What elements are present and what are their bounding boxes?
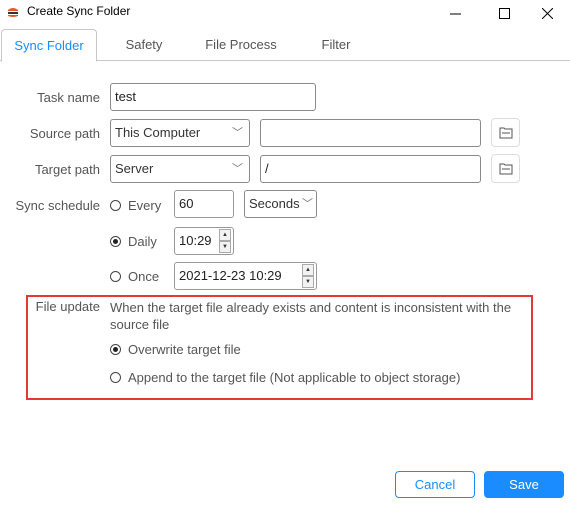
every-unit-value: Seconds (249, 196, 300, 211)
minimize-icon (449, 13, 461, 14)
target-browse-button[interactable] (491, 154, 520, 183)
task-name-input[interactable]: test (110, 83, 316, 111)
once-datetime-spinner[interactable]: ▲ ▼ (302, 264, 314, 289)
maximize-icon (498, 7, 510, 19)
every-interval-input[interactable]: 60 (174, 190, 234, 218)
schedule-once-label: Once (128, 269, 160, 284)
folder-icon (499, 127, 512, 138)
spin-up-icon[interactable]: ▲ (219, 229, 231, 241)
task-name-label: Task name (37, 90, 100, 105)
file-update-description: When the target file already exists and … (110, 300, 512, 332)
once-datetime-value: 2021-12-23 10:29 (179, 268, 282, 283)
window-title: Create Sync Folder (27, 4, 131, 18)
source-path-input[interactable] (260, 119, 481, 147)
chevron-down-icon: ﹀ (232, 163, 243, 175)
spin-up-icon[interactable]: ▲ (302, 264, 314, 276)
schedule-daily-radio[interactable]: Daily (110, 234, 157, 249)
cancel-button[interactable]: Cancel (395, 471, 475, 498)
spin-down-icon[interactable]: ▼ (302, 276, 314, 288)
minimize-button[interactable] (432, 0, 478, 26)
folder-icon (499, 163, 512, 174)
source-type-select[interactable]: This Computer ﹀ (110, 119, 250, 147)
source-type-value: This Computer (115, 125, 201, 140)
schedule-every-label: Every (128, 198, 162, 213)
chevron-down-icon: ﹀ (232, 127, 243, 139)
radio-checked-icon (110, 236, 121, 247)
tab-filter[interactable]: Filter (306, 29, 366, 60)
tab-safety[interactable]: Safety (110, 29, 178, 60)
target-path-input[interactable]: / (260, 155, 481, 183)
schedule-once-radio[interactable]: Once (110, 269, 159, 284)
tab-file-process[interactable]: File Process (196, 29, 286, 60)
sync-schedule-label: Sync schedule (15, 198, 100, 213)
spin-down-icon[interactable]: ▼ (219, 241, 231, 253)
daily-time-input[interactable]: 10:29 ▲ ▼ (174, 227, 234, 255)
target-type-select[interactable]: Server ﹀ (110, 155, 250, 183)
schedule-every-radio[interactable]: Every (110, 198, 161, 213)
chevron-down-icon: ﹀ (302, 198, 313, 210)
close-button[interactable] (524, 0, 570, 26)
every-unit-select[interactable]: Seconds ﹀ (244, 190, 317, 218)
maximize-button[interactable] (481, 0, 527, 26)
file-update-label: File update (35, 299, 100, 314)
radio-checked-icon (110, 344, 121, 355)
overwrite-label: Overwrite target file (128, 342, 241, 357)
app-logo-icon (8, 8, 18, 17)
overwrite-radio[interactable]: Overwrite target file (110, 342, 241, 357)
radio-unchecked-icon (110, 200, 121, 211)
save-button[interactable]: Save (484, 471, 564, 498)
schedule-daily-label: Daily (128, 234, 157, 249)
append-label: Append to the target file (Not applicabl… (128, 370, 461, 385)
radio-unchecked-icon (110, 271, 121, 282)
append-radio[interactable]: Append to the target file (Not applicabl… (110, 370, 460, 385)
title-bar: Create Sync Folder (0, 0, 570, 26)
close-icon (541, 7, 553, 19)
source-browse-button[interactable] (491, 118, 520, 147)
source-path-label: Source path (29, 126, 100, 141)
daily-time-value: 10:29 (179, 233, 212, 248)
target-path-label: Target path (34, 162, 100, 177)
tab-sync-folder[interactable]: Sync Folder (1, 29, 97, 62)
target-type-value: Server (115, 161, 154, 176)
once-datetime-input[interactable]: 2021-12-23 10:29 ▲ ▼ (174, 262, 317, 290)
radio-unchecked-icon (110, 372, 121, 383)
daily-time-spinner[interactable]: ▲ ▼ (219, 229, 231, 254)
